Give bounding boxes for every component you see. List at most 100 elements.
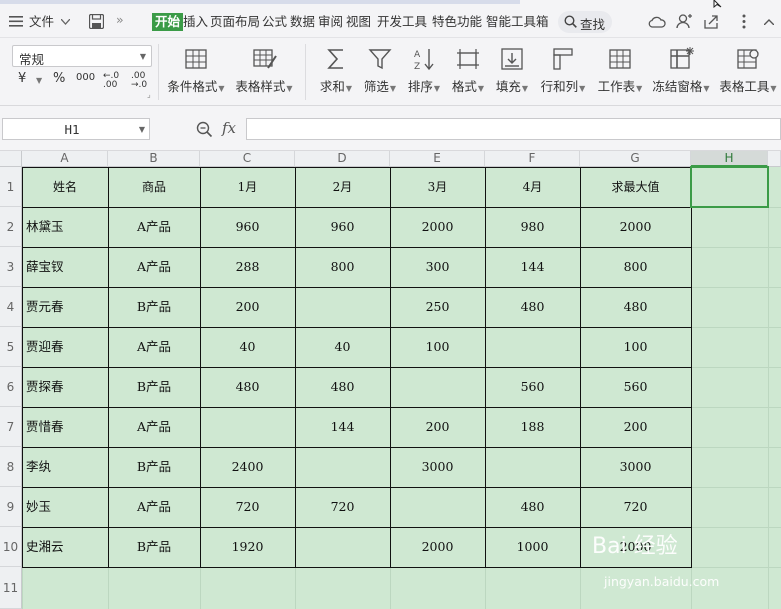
cell-jan[interactable]: 2400 — [200, 447, 295, 487]
cell-apr[interactable]: 560 — [485, 367, 580, 407]
column-header-c[interactable]: C — [200, 151, 295, 167]
cell-apr[interactable]: 480 — [485, 287, 580, 327]
row-header-8[interactable]: 8 — [0, 447, 22, 487]
cell-jan[interactable]: 288 — [200, 247, 295, 287]
user-icon[interactable] — [676, 14, 692, 29]
header-cell-feb[interactable]: 2月 — [295, 167, 390, 207]
collapse-ribbon-icon[interactable] — [764, 19, 774, 25]
header-cell-mar[interactable]: 3月 — [390, 167, 485, 207]
cell-apr[interactable]: 980 — [485, 207, 580, 247]
row-header-6[interactable]: 6 — [0, 367, 22, 407]
tab-formulas[interactable]: 公式 — [262, 14, 287, 30]
row-header-1[interactable]: 1 — [0, 167, 22, 207]
cell-feb[interactable] — [295, 287, 390, 327]
cell-apr[interactable] — [485, 327, 580, 367]
tab-data[interactable]: 数据 — [290, 14, 315, 30]
cell-jan[interactable]: 960 — [200, 207, 295, 247]
conditional-format-button[interactable]: 条件格式▼ — [167, 46, 225, 94]
cell-max[interactable]: 2000 — [580, 207, 691, 247]
cell-max[interactable]: 480 — [580, 287, 691, 327]
table-style-button[interactable]: 表格样式▼ — [235, 46, 293, 94]
header-cell-product[interactable]: 商品 — [108, 167, 200, 207]
cell-max[interactable]: 3000 — [580, 447, 691, 487]
cell-mar[interactable]: 3000 — [390, 447, 485, 487]
cell-name[interactable]: 贾探春 — [22, 367, 108, 407]
cell-mar[interactable]: 2000 — [390, 527, 485, 567]
cell-mar[interactable] — [390, 487, 485, 527]
cell-jan[interactable]: 40 — [200, 327, 295, 367]
cell-apr[interactable]: 188 — [485, 407, 580, 447]
column-header-g[interactable]: G — [580, 151, 691, 167]
cell-mar[interactable]: 100 — [390, 327, 485, 367]
cell-jan[interactable]: 720 — [200, 487, 295, 527]
cell-jan[interactable]: 200 — [200, 287, 295, 327]
cell-mar[interactable]: 250 — [390, 287, 485, 327]
tab-page-layout[interactable]: 页面布局 — [210, 14, 260, 30]
cell-max[interactable]: 100 — [580, 327, 691, 367]
filter-button[interactable]: 筛选▼ — [364, 46, 396, 94]
table-tools-button[interactable]: 表格工具▼ — [719, 46, 777, 94]
row-header-5[interactable]: 5 — [0, 327, 22, 367]
fill-button[interactable]: 填充▼ — [496, 46, 528, 94]
header-cell-jan[interactable]: 1月 — [200, 167, 295, 207]
increase-decimal-button[interactable]: ←.0 .00 — [103, 72, 123, 90]
tab-insert[interactable]: 插入 — [183, 14, 208, 30]
sort-button[interactable]: AZ 排序▼ — [408, 46, 440, 94]
cell-name[interactable]: 史湘云 — [22, 527, 108, 567]
select-all-corner[interactable] — [0, 151, 22, 167]
cell-product[interactable]: B产品 — [108, 287, 200, 327]
row-header-3[interactable]: 3 — [0, 247, 22, 287]
name-box[interactable]: H1 ▼ — [2, 118, 150, 140]
insert-function-button[interactable]: fx — [222, 119, 236, 137]
column-header-overflow[interactable] — [768, 151, 781, 167]
cell-name[interactable]: 贾元春 — [22, 287, 108, 327]
file-menu[interactable]: 文件 — [29, 14, 54, 30]
cell-name[interactable]: 贾惜春 — [22, 407, 108, 447]
more-toolbar-button[interactable]: » — [116, 12, 124, 28]
cell-feb[interactable]: 960 — [295, 207, 390, 247]
selected-cell-h1[interactable] — [690, 166, 769, 208]
column-header-a[interactable]: A — [22, 151, 108, 167]
tab-developer[interactable]: 开发工具 — [377, 14, 427, 30]
cell-product[interactable]: A产品 — [108, 407, 200, 447]
cell-mar[interactable]: 2000 — [390, 207, 485, 247]
cell-name[interactable]: 李纨 — [22, 447, 108, 487]
worksheet-button[interactable]: 工作表▼ — [598, 46, 642, 94]
tab-view[interactable]: 视图 — [346, 14, 371, 30]
cell-name[interactable]: 贾迎春 — [22, 327, 108, 367]
freeze-panes-button[interactable]: 冻结窗格▼ — [652, 46, 710, 94]
format-button[interactable]: 格式▼ — [452, 46, 484, 94]
row-header-11[interactable]: 11 — [0, 567, 22, 609]
header-cell-apr[interactable]: 4月 — [485, 167, 580, 207]
column-header-h[interactable]: H — [691, 151, 768, 167]
cloud-icon[interactable] — [648, 15, 666, 28]
tab-review[interactable]: 审阅 — [318, 14, 343, 30]
cell-apr[interactable]: 480 — [485, 487, 580, 527]
chevron-down-icon[interactable] — [61, 19, 70, 25]
formula-input[interactable] — [246, 118, 781, 140]
cell-apr[interactable] — [485, 447, 580, 487]
column-header-b[interactable]: B — [108, 151, 200, 167]
hamburger-icon[interactable] — [9, 16, 23, 27]
cell-feb[interactable] — [295, 527, 390, 567]
header-cell-max[interactable]: 求最大值 — [580, 167, 691, 207]
cell-product[interactable]: A产品 — [108, 327, 200, 367]
row-header-4[interactable]: 4 — [0, 287, 22, 327]
cell-name[interactable]: 林黛玉 — [22, 207, 108, 247]
cell-name[interactable]: 薛宝钗 — [22, 247, 108, 287]
cell-product[interactable]: B产品 — [108, 527, 200, 567]
row-header-10[interactable]: 10 — [0, 527, 22, 567]
tab-home[interactable]: 开始 — [152, 13, 184, 31]
number-format-select[interactable]: 常规 ▼ — [12, 45, 152, 67]
cell-jan[interactable] — [200, 407, 295, 447]
rows-columns-button[interactable]: 行和列▼ — [541, 46, 585, 94]
more-options-icon[interactable] — [742, 14, 746, 29]
row-header-2[interactable]: 2 — [0, 207, 22, 247]
cell-product[interactable]: A产品 — [108, 207, 200, 247]
column-header-e[interactable]: E — [390, 151, 485, 167]
number-settings-launcher[interactable]: ⌟ — [147, 90, 151, 99]
cell-max[interactable]: 800 — [580, 247, 691, 287]
cell-max[interactable]: 720 — [580, 487, 691, 527]
tab-features[interactable]: 特色功能 — [432, 14, 482, 30]
cell-jan[interactable]: 1920 — [200, 527, 295, 567]
